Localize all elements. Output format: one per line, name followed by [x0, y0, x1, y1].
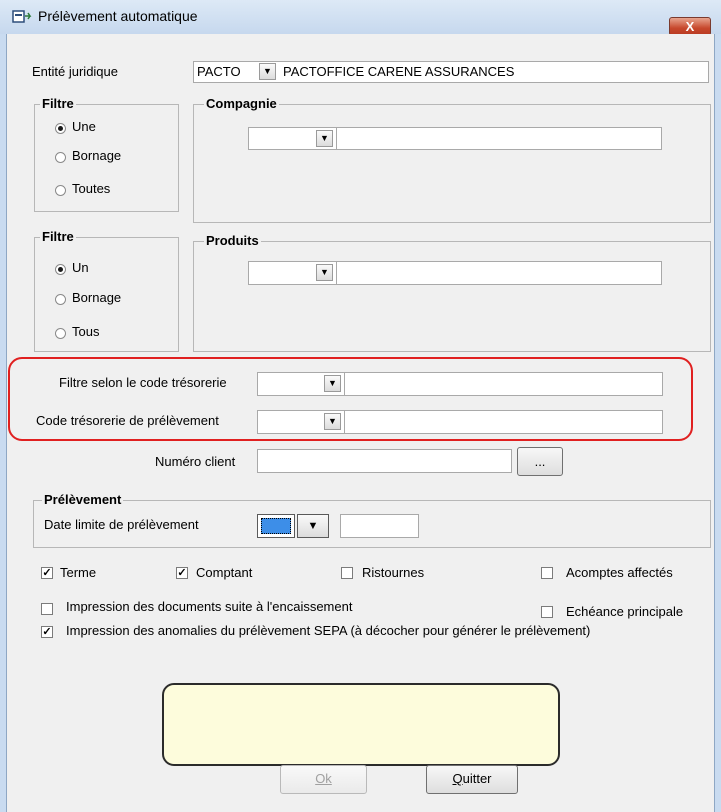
radio-tous-label: Tous [72, 324, 100, 339]
echeance-checkbox[interactable] [541, 606, 553, 618]
produits-title: Produits [204, 233, 261, 248]
acomptes-checkbox[interactable] [541, 567, 553, 579]
filtre-une-title: Filtre [40, 96, 76, 111]
filtre-un-title: Filtre [40, 229, 76, 244]
entite-label: Entité juridique [32, 64, 118, 79]
terme-label: Terme [60, 565, 97, 580]
ok-button[interactable]: Ok [280, 765, 367, 794]
ristournes-checkbox[interactable] [341, 567, 353, 579]
radio-une-label: Une [72, 119, 96, 134]
compagnie-group [193, 104, 711, 223]
ristournes-label: Ristournes [362, 565, 425, 580]
radio-un[interactable] [55, 264, 66, 275]
radio-toutes[interactable] [55, 185, 66, 196]
window-title: Prélèvement automatique [38, 8, 198, 24]
comptant-label: Comptant [196, 565, 253, 580]
echeance-label: Echéance principale [566, 604, 684, 619]
quitter-button[interactable]: Quitter [426, 765, 518, 794]
quitter-button-label: Quitter [452, 771, 492, 786]
impression-documents-checkbox[interactable] [41, 603, 53, 615]
window-border-left [0, 34, 7, 812]
impression-anomalies-label: Impression des anomalies du prélèvement … [66, 623, 591, 638]
code-tresorerie-combo[interactable] [257, 410, 663, 434]
compagnie-separator [336, 128, 337, 149]
acomptes-label: Acomptes affectés [566, 565, 673, 580]
terme-checkbox[interactable]: ✓ [41, 567, 53, 579]
radio-bornage-compagnie[interactable] [55, 152, 66, 163]
date-limite-input[interactable] [340, 514, 419, 538]
radio-tous[interactable] [55, 328, 66, 339]
window-border-right [714, 34, 721, 812]
prelevement-title: Prélèvement [42, 492, 124, 507]
produits-group [193, 241, 711, 352]
entite-name-value: PACTOFFICE CARENE ASSURANCES [283, 64, 515, 79]
radio-une[interactable] [55, 123, 66, 134]
radio-un-label: Un [72, 260, 89, 275]
numero-client-label: Numéro client [155, 454, 236, 469]
app-icon [12, 10, 32, 23]
impression-documents-label: Impression des documents suite à l'encai… [66, 599, 353, 614]
filtre-tresorerie-dropdown-button[interactable]: ▼ [324, 375, 341, 392]
entite-code-value[interactable]: PACTO [197, 64, 241, 79]
date-picker-selection [261, 518, 291, 534]
radio-bornage-compagnie-label: Bornage [72, 148, 122, 163]
date-picker[interactable] [257, 514, 295, 538]
entite-dropdown-button[interactable]: ▼ [259, 63, 276, 80]
date-picker-dropdown-button[interactable]: ▼ [297, 514, 329, 538]
comptant-checkbox[interactable]: ✓ [176, 567, 188, 579]
radio-toutes-label: Toutes [72, 181, 111, 196]
browse-client-button[interactable]: ... [517, 447, 563, 476]
impression-anomalies-checkbox[interactable]: ✓ [41, 626, 53, 638]
ok-button-label: Ok [315, 771, 332, 786]
filtre-tresorerie-separator [344, 373, 345, 395]
filtre-tresorerie-combo[interactable] [257, 372, 663, 396]
compagnie-combo[interactable] [248, 127, 662, 150]
code-tresorerie-label: Code trésorerie de prélèvement [36, 413, 219, 428]
produits-combo[interactable] [248, 261, 662, 285]
produits-separator [336, 262, 337, 284]
compagnie-dropdown-button[interactable]: ▼ [316, 130, 333, 147]
date-limite-label: Date limite de prélèvement [44, 517, 199, 532]
filtre-tresorerie-label: Filtre selon le code trésorerie [59, 375, 227, 390]
produits-dropdown-button[interactable]: ▼ [316, 264, 333, 281]
code-tresorerie-separator [344, 411, 345, 433]
message-panel [162, 683, 560, 766]
radio-bornage-produit-label: Bornage [72, 290, 122, 305]
compagnie-title: Compagnie [204, 96, 279, 111]
code-tresorerie-dropdown-button[interactable]: ▼ [324, 413, 341, 430]
radio-bornage-produit[interactable] [55, 294, 66, 305]
numero-client-input[interactable] [257, 449, 512, 473]
